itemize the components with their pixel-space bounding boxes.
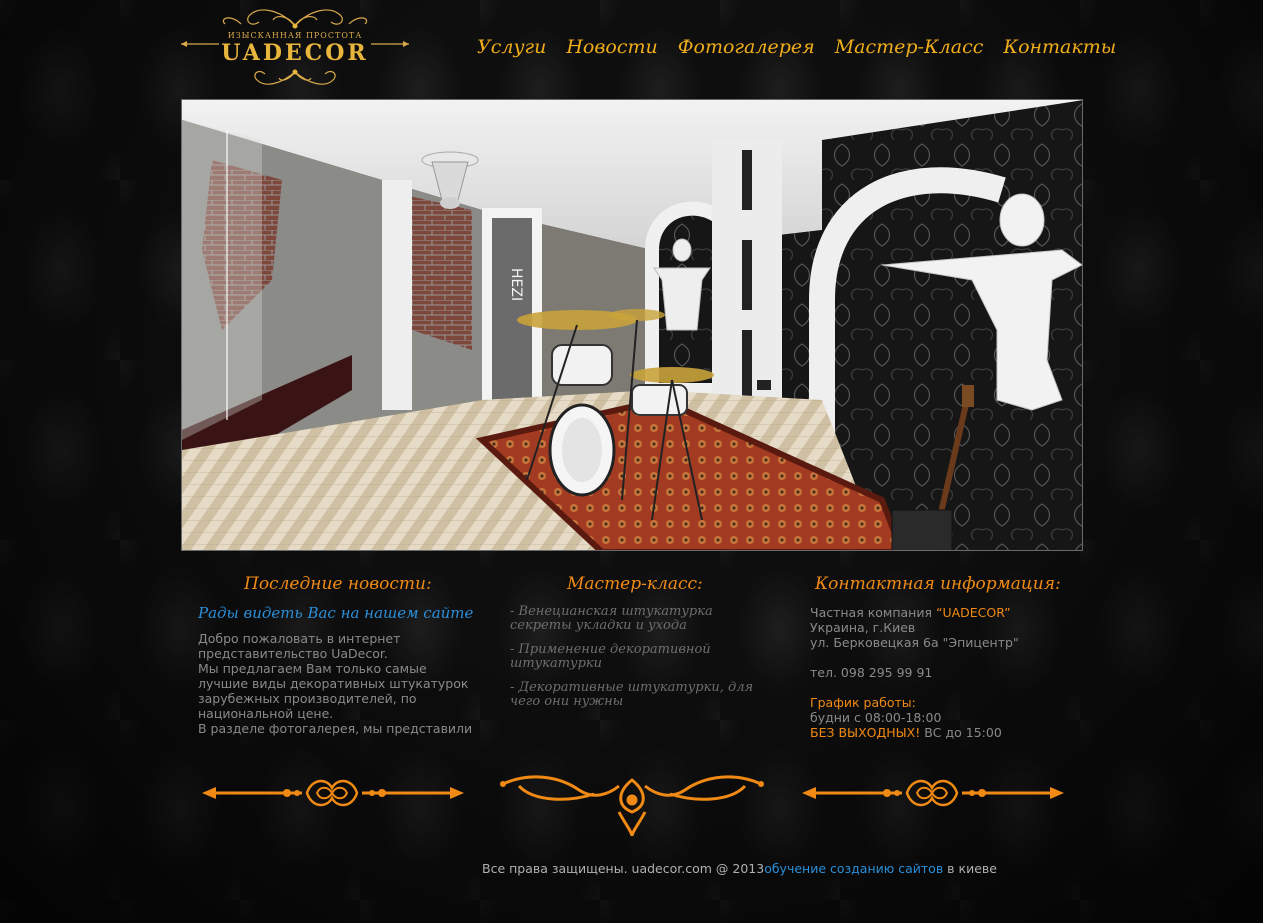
nav-item-news[interactable]: Новости [566,36,657,66]
news-line: Мы предлагаем Вам только самые [198,661,427,676]
contacts-city: Украина, г.Киев [810,620,916,635]
company-prefix: Частная компания [810,605,936,620]
news-line: Добро пожаловать в интернет [198,631,401,646]
door-text: HEZI [508,268,524,301]
news-line: В разделе фотогалерея, мы представили [198,721,473,736]
nav-item-services[interactable]: Услуги [477,36,546,66]
company-name: “UADECOR” [935,605,1011,620]
contacts-block: Частная компания “UADECOR” Украина, г.Ки… [810,605,1090,740]
nav-item-contacts[interactable]: Контакты [1003,36,1116,66]
footer-suffix: в киеве [943,861,997,876]
contacts-address: ул. Берковецкая 6а "Эпицентр" [810,635,1019,650]
footer-link[interactable]: обучение созданию сайтов [764,861,943,876]
logo-name: UADECOR [221,40,369,66]
contacts-company: Частная компания “UADECOR” [810,605,1090,620]
ornament-divider-left [202,779,464,807]
schedule-sunday: ВС до 15:00 [920,725,1002,740]
logo[interactable]: ИЗЫСКАННАЯ ПРОСТОТА UADECOR [181,4,409,92]
main-nav: Услуги Новости Фотогалерея Мастер-Класс … [477,36,1116,66]
news-line: представительство UaDecor. [198,646,388,661]
schedule-weekdays: будни с 08:00-18:00 [810,710,942,725]
news-line: лучшие виды декоративных штукатурок [198,676,469,691]
news-link[interactable]: Рады видеть Вас на нашем сайте [198,604,473,622]
masterclass-item[interactable]: - Декоративные штукатурки, для чего они … [510,681,760,709]
masterclass-item[interactable]: - Венецианская штукатурка секреты укладк… [510,605,760,633]
masterclass-heading: Мастер-класс: [567,574,703,594]
ornament-center [500,775,764,837]
news-line: зарубежных производителей, по [198,691,417,706]
nav-item-masterclass[interactable]: Мастер-Класс [835,36,984,66]
schedule-weekend: БЕЗ ВЫХОДНЫХ! ВС до 15:00 [810,725,1090,740]
footer-copyright: Все права защищены. uadecor.com @ 2013 [482,861,765,876]
hero-image: HEZI [181,99,1083,551]
news-text: Добро пожаловать в интернет представител… [198,631,478,736]
contacts-phone: тел. 098 295 99 91 [810,665,933,680]
logo-tagline: ИЗЫСКАННАЯ ПРОСТОТА [227,31,363,40]
schedule-label: График работы: [810,695,916,710]
masterclass-item[interactable]: - Применение декоративной штукатурки [510,643,760,671]
news-heading: Последние новости: [244,574,432,594]
no-days-off: БЕЗ ВЫХОДНЫХ! [810,725,921,740]
news-line: национальной цене. [198,706,334,721]
masterclass-list: - Венецианская штукатурка секреты укладк… [510,605,760,719]
ornament-divider-right [802,779,1064,807]
footer: Все права защищены. uadecor.com @ 2013об… [482,861,997,876]
nav-item-gallery[interactable]: Фотогалерея [678,36,815,66]
contacts-heading: Контактная информация: [815,574,1061,594]
